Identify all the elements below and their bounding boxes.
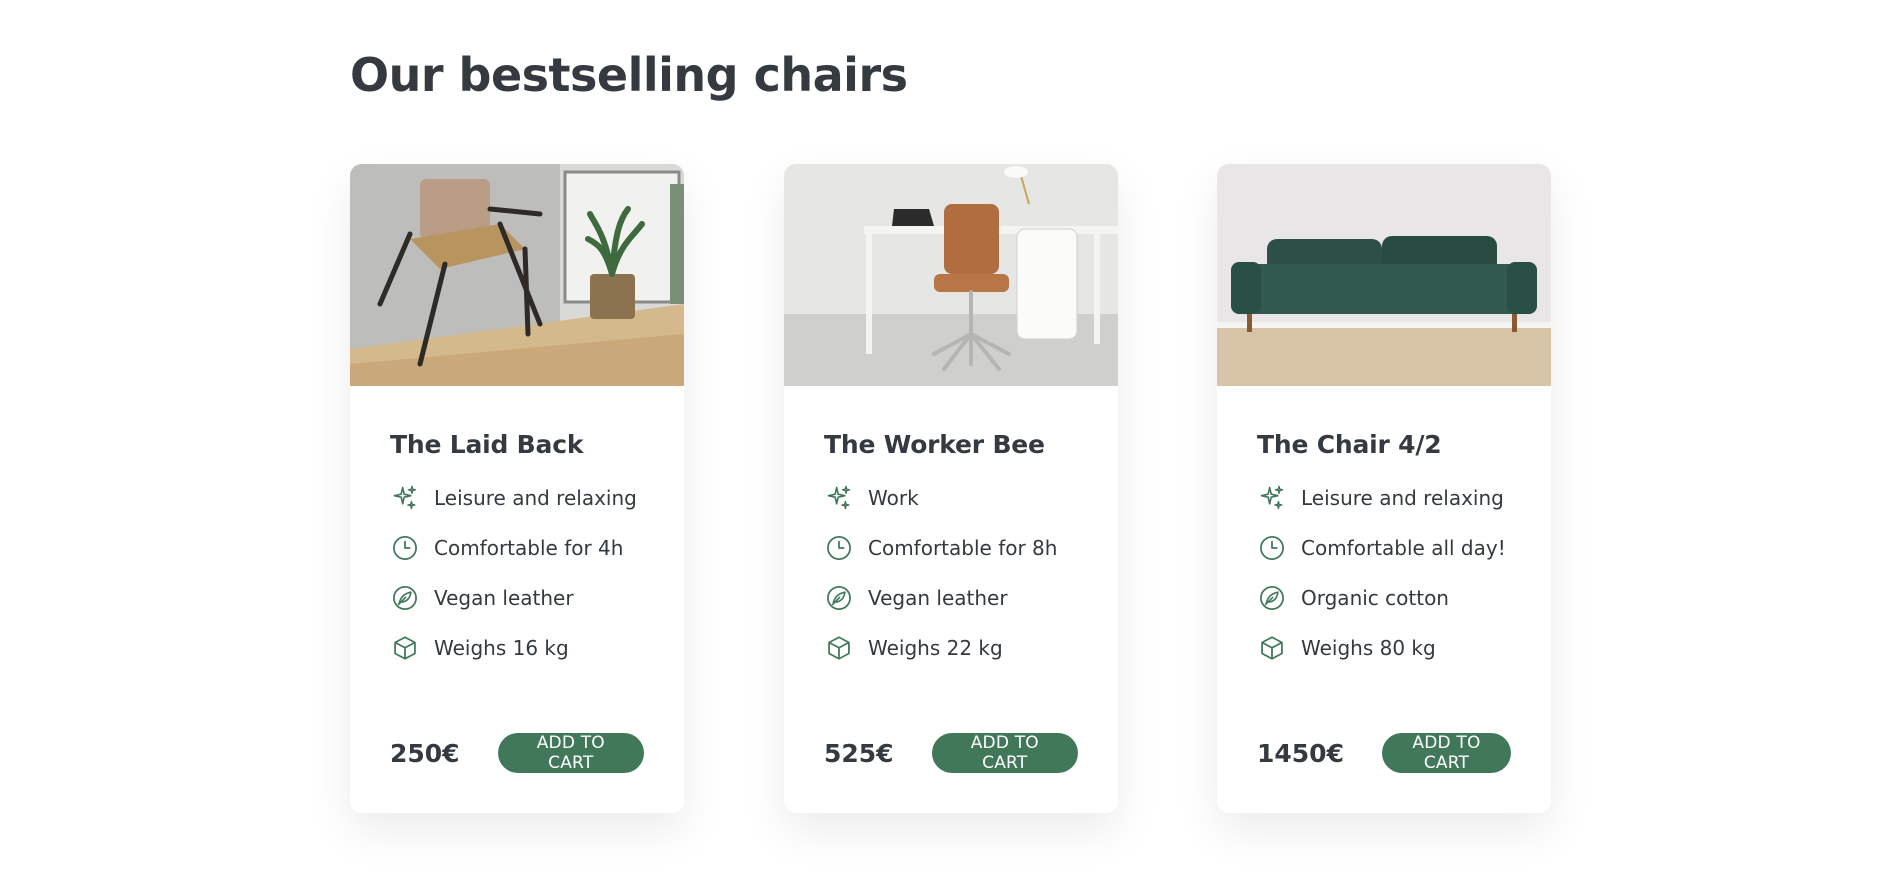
box-cube-icon bbox=[824, 633, 854, 663]
armchair-photo bbox=[350, 164, 684, 386]
product-card: The Laid Back Leisure and relaxing Comfo… bbox=[350, 164, 684, 813]
product-price: 1450€ bbox=[1257, 738, 1344, 768]
page-title: Our bestselling chairs bbox=[350, 48, 908, 102]
feature-label: Weighs 16 kg bbox=[434, 636, 569, 660]
add-to-cart-button[interactable]: ADD TO CART bbox=[497, 733, 644, 773]
product-card: The Worker Bee Work Comfortable for 8h V… bbox=[784, 164, 1118, 813]
feature-label: Work bbox=[868, 486, 919, 510]
feature-label: Leisure and relaxing bbox=[1301, 486, 1504, 510]
clock-icon bbox=[390, 533, 420, 563]
box-cube-icon bbox=[390, 633, 420, 663]
feature-comfort: Comfortable for 8h bbox=[824, 533, 1078, 563]
feature-material: Vegan leather bbox=[824, 583, 1078, 613]
add-to-cart-button[interactable]: ADD TO CART bbox=[931, 733, 1078, 773]
feature-comfort: Comfortable all day! bbox=[1257, 533, 1511, 563]
product-name: The Worker Bee bbox=[824, 430, 1045, 459]
sparkles-icon bbox=[390, 483, 420, 513]
feature-material: Vegan leather bbox=[390, 583, 644, 613]
feature-label: Comfortable all day! bbox=[1301, 536, 1506, 560]
product-price: 250€ bbox=[390, 738, 460, 768]
feature-label: Comfortable for 4h bbox=[434, 536, 624, 560]
feature-material: Organic cotton bbox=[1257, 583, 1511, 613]
clock-icon bbox=[824, 533, 854, 563]
sofa-photo bbox=[1217, 164, 1551, 386]
leaf-circle-icon bbox=[1257, 583, 1287, 613]
feature-label: Weighs 22 kg bbox=[868, 636, 1003, 660]
product-card: The Chair 4/2 Leisure and relaxing Comfo… bbox=[1217, 164, 1551, 813]
feature-use: Leisure and relaxing bbox=[390, 483, 644, 513]
add-to-cart-button[interactable]: ADD TO CART bbox=[1381, 733, 1511, 773]
product-price: 525€ bbox=[824, 738, 894, 768]
leaf-circle-icon bbox=[824, 583, 854, 613]
feature-use: Work bbox=[824, 483, 1078, 513]
product-name: The Chair 4/2 bbox=[1257, 430, 1442, 459]
product-name: The Laid Back bbox=[390, 430, 584, 459]
feature-weight: Weighs 22 kg bbox=[824, 633, 1078, 663]
sparkles-icon bbox=[1257, 483, 1287, 513]
feature-weight: Weighs 16 kg bbox=[390, 633, 644, 663]
feature-label: Vegan leather bbox=[434, 586, 574, 610]
feature-label: Comfortable for 8h bbox=[868, 536, 1058, 560]
feature-comfort: Comfortable for 4h bbox=[390, 533, 644, 563]
feature-label: Vegan leather bbox=[868, 586, 1008, 610]
feature-label: Organic cotton bbox=[1301, 586, 1449, 610]
clock-icon bbox=[1257, 533, 1287, 563]
feature-label: Weighs 80 kg bbox=[1301, 636, 1436, 660]
feature-use: Leisure and relaxing bbox=[1257, 483, 1511, 513]
feature-weight: Weighs 80 kg bbox=[1257, 633, 1511, 663]
sparkles-icon bbox=[824, 483, 854, 513]
feature-label: Leisure and relaxing bbox=[434, 486, 637, 510]
office-chair-photo bbox=[784, 164, 1118, 386]
box-cube-icon bbox=[1257, 633, 1287, 663]
leaf-circle-icon bbox=[390, 583, 420, 613]
